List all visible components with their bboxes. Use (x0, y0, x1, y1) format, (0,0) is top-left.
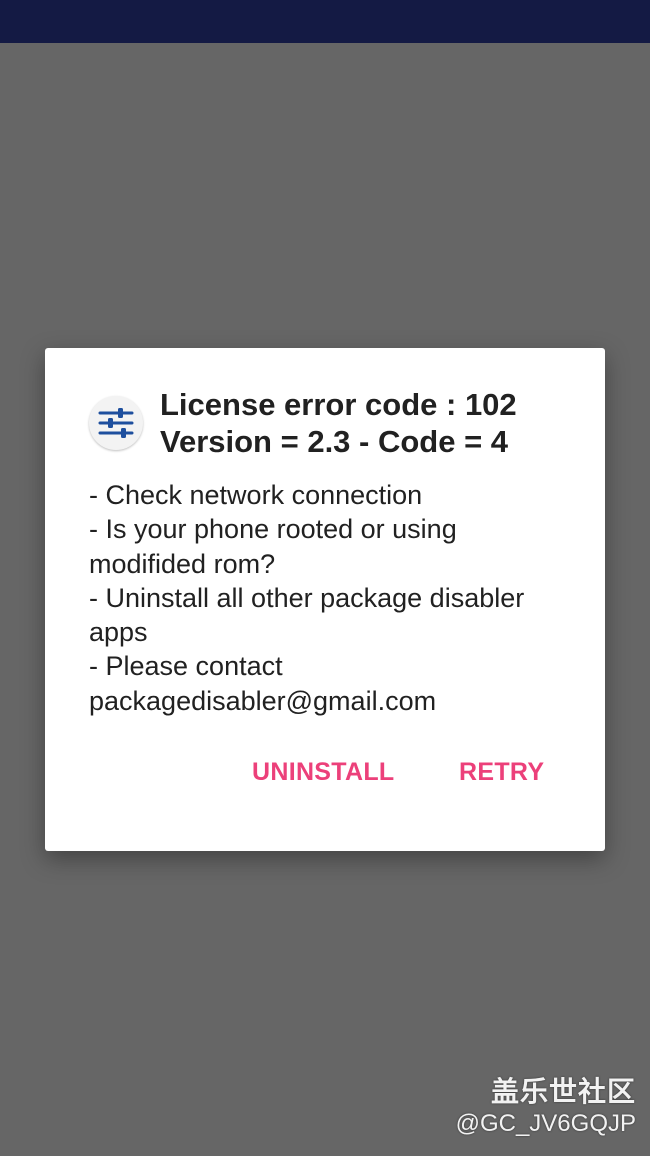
message-line: - Please contact (89, 651, 283, 682)
dialog-message: - Check network connection - Is your pho… (89, 478, 569, 718)
watermark: 盖乐世社区 @GC_JV6GQJP (456, 1075, 636, 1139)
message-line: - Uninstall all other package disabler (89, 582, 525, 613)
message-line: modifided rom? (89, 548, 276, 579)
message-line: - Is your phone rooted or using (89, 514, 457, 545)
status-bar (0, 0, 650, 43)
dialog-title: License error code : 102 Version = 2.3 -… (160, 386, 517, 460)
dialog-header: License error code : 102 Version = 2.3 -… (89, 386, 585, 460)
message-line: packagedisabler@gmail.com (89, 685, 437, 716)
message-line: - Check network connection (89, 480, 423, 510)
watermark-user: @GC_JV6GQJP (455, 1110, 636, 1137)
sliders-icon (89, 396, 143, 450)
uninstall-button[interactable]: UNINSTALL (252, 754, 395, 791)
watermark-brand: 盖乐世社区 (490, 1076, 636, 1107)
retry-button[interactable]: RETRY (459, 754, 544, 791)
title-error-code: License error code : 102 (160, 387, 517, 422)
license-error-dialog: License error code : 102 Version = 2.3 -… (45, 348, 605, 851)
screen: License error code : 102 Version = 2.3 -… (0, 0, 650, 1156)
message-line: apps (89, 617, 148, 648)
title-version: Version = 2.3 - Code = 4 (160, 424, 509, 459)
